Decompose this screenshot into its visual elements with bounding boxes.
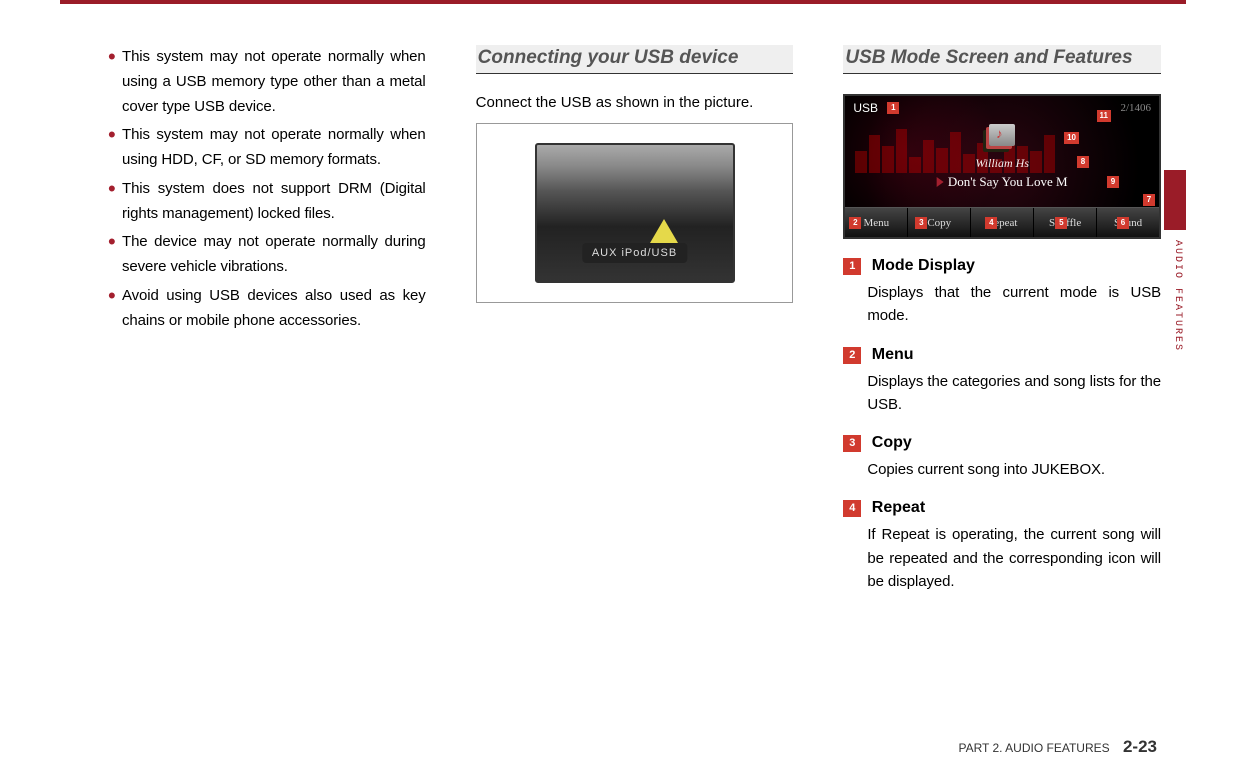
feature-label: Menu bbox=[872, 346, 914, 363]
feature-label: Mode Display bbox=[872, 257, 975, 274]
callout-3: 3 bbox=[915, 217, 927, 229]
callout-8: 8 bbox=[1077, 156, 1089, 168]
section-title-usbmode: USB Mode Screen and Features bbox=[843, 45, 1161, 74]
feature-num: 1 bbox=[843, 258, 861, 275]
feature-item: 2 Menu Displays the categories and song … bbox=[843, 346, 1161, 417]
callout-6: 6 bbox=[1117, 217, 1129, 229]
screen-btn-repeat[interactable]: Repeat bbox=[971, 208, 1034, 237]
bullet-item: This system may not operate normally whe… bbox=[108, 123, 426, 173]
callout-4: 4 bbox=[985, 217, 997, 229]
side-label: AUDIO FEATURES bbox=[1172, 240, 1183, 352]
callout-5: 5 bbox=[1055, 217, 1067, 229]
callout-1: 1 bbox=[887, 102, 899, 114]
feature-item: 4 Repeat If Repeat is operating, the cur… bbox=[843, 499, 1161, 593]
bullet-item: Avoid using USB devices also used as key… bbox=[108, 284, 426, 334]
feature-label: Repeat bbox=[872, 499, 925, 516]
callout-2: 2 bbox=[849, 217, 861, 229]
feature-num: 2 bbox=[843, 347, 861, 364]
feature-label: Copy bbox=[872, 434, 912, 451]
usb-mode-screen: USB 2/1406 William Hs Don't Say You Love… bbox=[843, 94, 1161, 239]
track-counter: 2/1406 bbox=[1120, 102, 1151, 114]
footer-page: 2-23 bbox=[1123, 737, 1157, 756]
column-2: Connecting your USB device Connect the U… bbox=[476, 45, 794, 717]
aux-label: AUX iPod/USB bbox=[582, 243, 687, 263]
feature-desc: Displays the categories and song lists f… bbox=[867, 370, 1161, 417]
arrow-up-icon bbox=[650, 219, 678, 243]
screen-bottom-bar: Menu Copy Repeat Shuffle Sound bbox=[845, 207, 1159, 237]
play-icon bbox=[937, 177, 944, 187]
song-title-text: Don't Say You Love M bbox=[948, 174, 1068, 189]
top-red-bar bbox=[60, 0, 1186, 4]
column-1: This system may not operate normally whe… bbox=[108, 45, 426, 717]
bullet-item: This system does not support DRM (Digita… bbox=[108, 177, 426, 227]
feature-desc: Copies current song into JUKEBOX. bbox=[867, 458, 1161, 481]
usb-photo-frame: AUX iPod/USB bbox=[476, 123, 794, 303]
feature-desc: Displays that the current mode is USB mo… bbox=[867, 281, 1161, 328]
callout-11: 11 bbox=[1097, 110, 1111, 122]
side-tab bbox=[1164, 170, 1186, 230]
artist-name: William Hs bbox=[975, 156, 1029, 171]
page-footer: PART 2. AUDIO FEATURES 2-23 bbox=[958, 737, 1157, 757]
feature-item: 3 Copy Copies current song into JUKEBOX. bbox=[843, 434, 1161, 481]
page-content: This system may not operate normally whe… bbox=[108, 45, 1161, 717]
callout-7: 7 bbox=[1143, 194, 1155, 206]
aux-panel: AUX iPod/USB bbox=[535, 143, 735, 283]
callout-9: 9 bbox=[1107, 176, 1119, 188]
footer-part: PART 2. AUDIO FEATURES bbox=[958, 741, 1109, 755]
album-icon bbox=[989, 124, 1015, 146]
feature-num: 4 bbox=[843, 500, 861, 517]
column-3: USB Mode Screen and Features USB 2/1406 … bbox=[843, 45, 1161, 717]
bullet-item: This system may not operate normally whe… bbox=[108, 45, 426, 119]
feature-num: 3 bbox=[843, 435, 861, 452]
section-title-connect: Connecting your USB device bbox=[476, 45, 794, 74]
feature-desc: If Repeat is operating, the current song… bbox=[867, 523, 1161, 593]
callout-10: 10 bbox=[1064, 132, 1079, 144]
mode-label: USB bbox=[853, 101, 878, 115]
bullet-item: The device may not operate normally duri… bbox=[108, 230, 426, 280]
feature-item: 1 Mode Display Displays that the current… bbox=[843, 257, 1161, 328]
warning-bullets: This system may not operate normally whe… bbox=[108, 45, 426, 333]
connect-caption: Connect the USB as shown in the picture. bbox=[476, 94, 794, 111]
feature-list: 1 Mode Display Displays that the current… bbox=[843, 257, 1161, 593]
song-title: Don't Say You Love M bbox=[937, 174, 1068, 190]
